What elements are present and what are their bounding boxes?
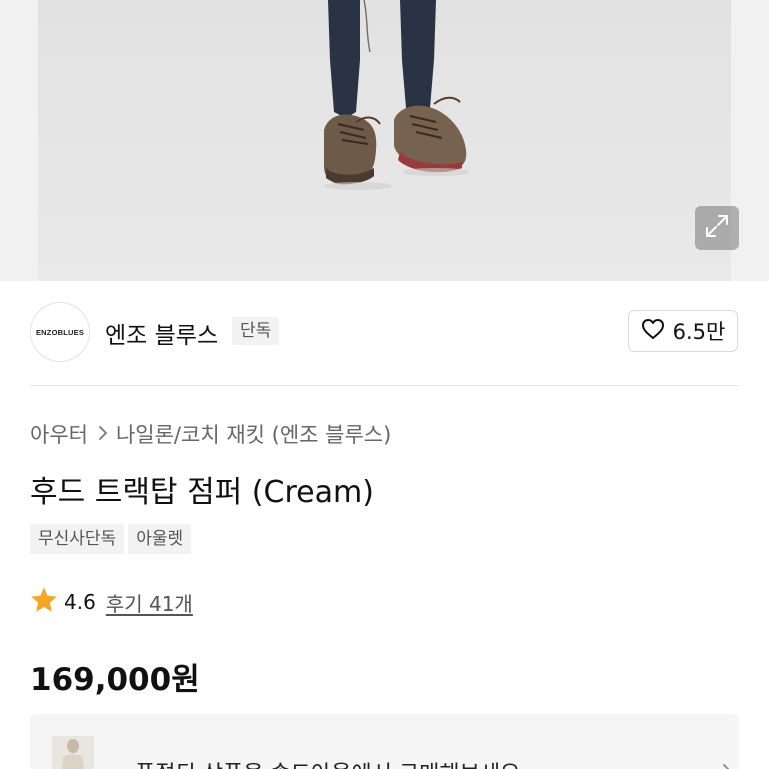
rating-row: 4.6 후기 41개 xyxy=(30,586,193,618)
exclusive-badge: 단독 xyxy=(232,317,280,345)
brand-like-button[interactable]: 6.5만 xyxy=(628,310,738,352)
hero-edge-left xyxy=(0,0,38,281)
like-count: 6.5만 xyxy=(672,320,726,344)
review-count-link[interactable]: 후기 41개 xyxy=(106,588,193,617)
brand-logo-text: ENZOBLUES xyxy=(35,327,85,337)
product-price: 169,000원 xyxy=(30,662,200,698)
rating-score: 4.6 xyxy=(64,590,96,614)
promo-text: 품절된 상품을 솔드아웃에서 구매해보세요 xyxy=(135,756,520,769)
product-tags: 무신사단독 아울렛 xyxy=(30,524,192,554)
product-image[interactable] xyxy=(38,0,731,281)
product-page: ENZOBLUES 엔조 블루스 단독 6.5만 아우터 나일론/코치 재킷 (… xyxy=(0,0,769,769)
brand-logo[interactable]: ENZOBLUES xyxy=(30,302,90,362)
category-breadcrumb: 아우터 나일론/코치 재킷 (엔조 블루스) xyxy=(30,419,391,449)
category-primary-link[interactable]: 아우터 xyxy=(30,419,88,449)
product-image-area xyxy=(0,0,769,281)
heart-outline-icon xyxy=(641,318,665,345)
star-icon xyxy=(30,586,58,618)
expand-arrows-icon xyxy=(704,213,730,243)
tag-outlet: 아울렛 xyxy=(128,524,192,554)
promo-thumbnail xyxy=(52,736,94,769)
brand-name[interactable]: 엔조 블루스 xyxy=(105,316,218,350)
tag-musinsa-exclusive: 무신사단독 xyxy=(30,524,125,554)
product-title: 후드 트랙탑 점퍼 (Cream) xyxy=(30,475,374,510)
divider xyxy=(30,385,739,386)
chevron-right-icon xyxy=(722,760,732,769)
soldout-promo-banner[interactable]: 품절된 상품을 솔드아웃에서 구매해보세요 xyxy=(30,714,739,769)
expand-image-button[interactable] xyxy=(695,206,739,250)
chevron-right-icon xyxy=(98,422,108,446)
product-photo xyxy=(324,0,470,190)
category-secondary-link[interactable]: 나일론/코치 재킷 (엔조 블루스) xyxy=(116,419,391,449)
